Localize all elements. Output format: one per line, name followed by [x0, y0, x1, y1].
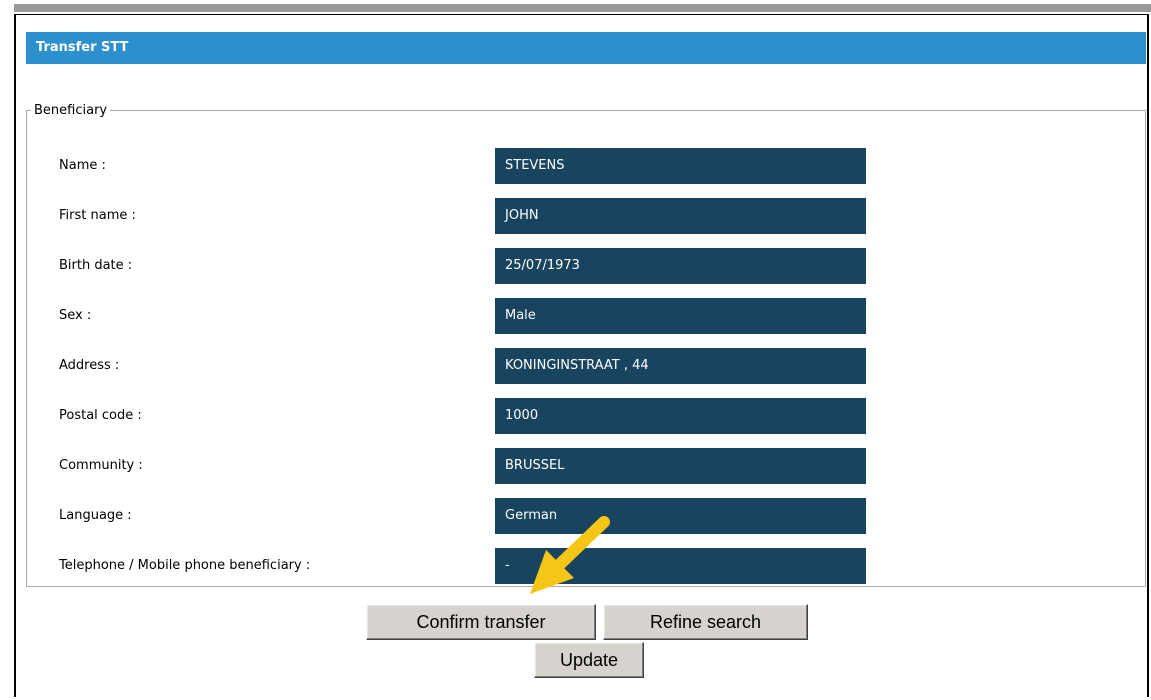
- telephone-label: Telephone / Mobile phone beneficiary :: [59, 558, 311, 573]
- community-value: BRUSSEL: [495, 448, 866, 484]
- postal-code-label: Postal code :: [59, 408, 142, 423]
- pointer-arrow-icon: [530, 516, 610, 594]
- refine-search-button[interactable]: Refine search: [603, 604, 808, 640]
- language-label: Language :: [59, 508, 132, 523]
- first-name-value: JOHN: [495, 198, 866, 234]
- address-label: Address :: [59, 358, 120, 373]
- postal-code-value: 1000: [495, 398, 866, 434]
- birth-date-label: Birth date :: [59, 258, 133, 273]
- field-row-community: Community : BRUSSEL: [27, 448, 1145, 484]
- field-row-sex: Sex : Male: [27, 298, 1145, 334]
- field-row-name: Name : STEVENS: [27, 148, 1145, 184]
- update-button[interactable]: Update: [534, 642, 644, 678]
- address-value: KONINGINSTRAAT , 44: [495, 348, 866, 384]
- field-row-first-name: First name : JOHN: [27, 198, 1145, 234]
- name-label: Name :: [59, 158, 106, 173]
- top-strip: [14, 4, 1151, 12]
- beneficiary-group: Beneficiary Name : STEVENS First name : …: [26, 103, 1146, 587]
- field-row-address: Address : KONINGINSTRAAT , 44: [27, 348, 1145, 384]
- beneficiary-legend: Beneficiary: [34, 103, 108, 118]
- field-row-postal-code: Postal code : 1000: [27, 398, 1145, 434]
- panel-title: Transfer STT: [26, 32, 1146, 64]
- arrow-shaft: [552, 516, 610, 572]
- sex-value: Male: [495, 298, 866, 334]
- community-label: Community :: [59, 458, 143, 473]
- confirm-transfer-button[interactable]: Confirm transfer: [366, 604, 596, 640]
- name-value: STEVENS: [495, 148, 866, 184]
- sex-label: Sex :: [59, 308, 92, 323]
- birth-date-value: 25/07/1973: [495, 248, 866, 284]
- field-row-birth-date: Birth date : 25/07/1973: [27, 248, 1145, 284]
- first-name-label: First name :: [59, 208, 136, 223]
